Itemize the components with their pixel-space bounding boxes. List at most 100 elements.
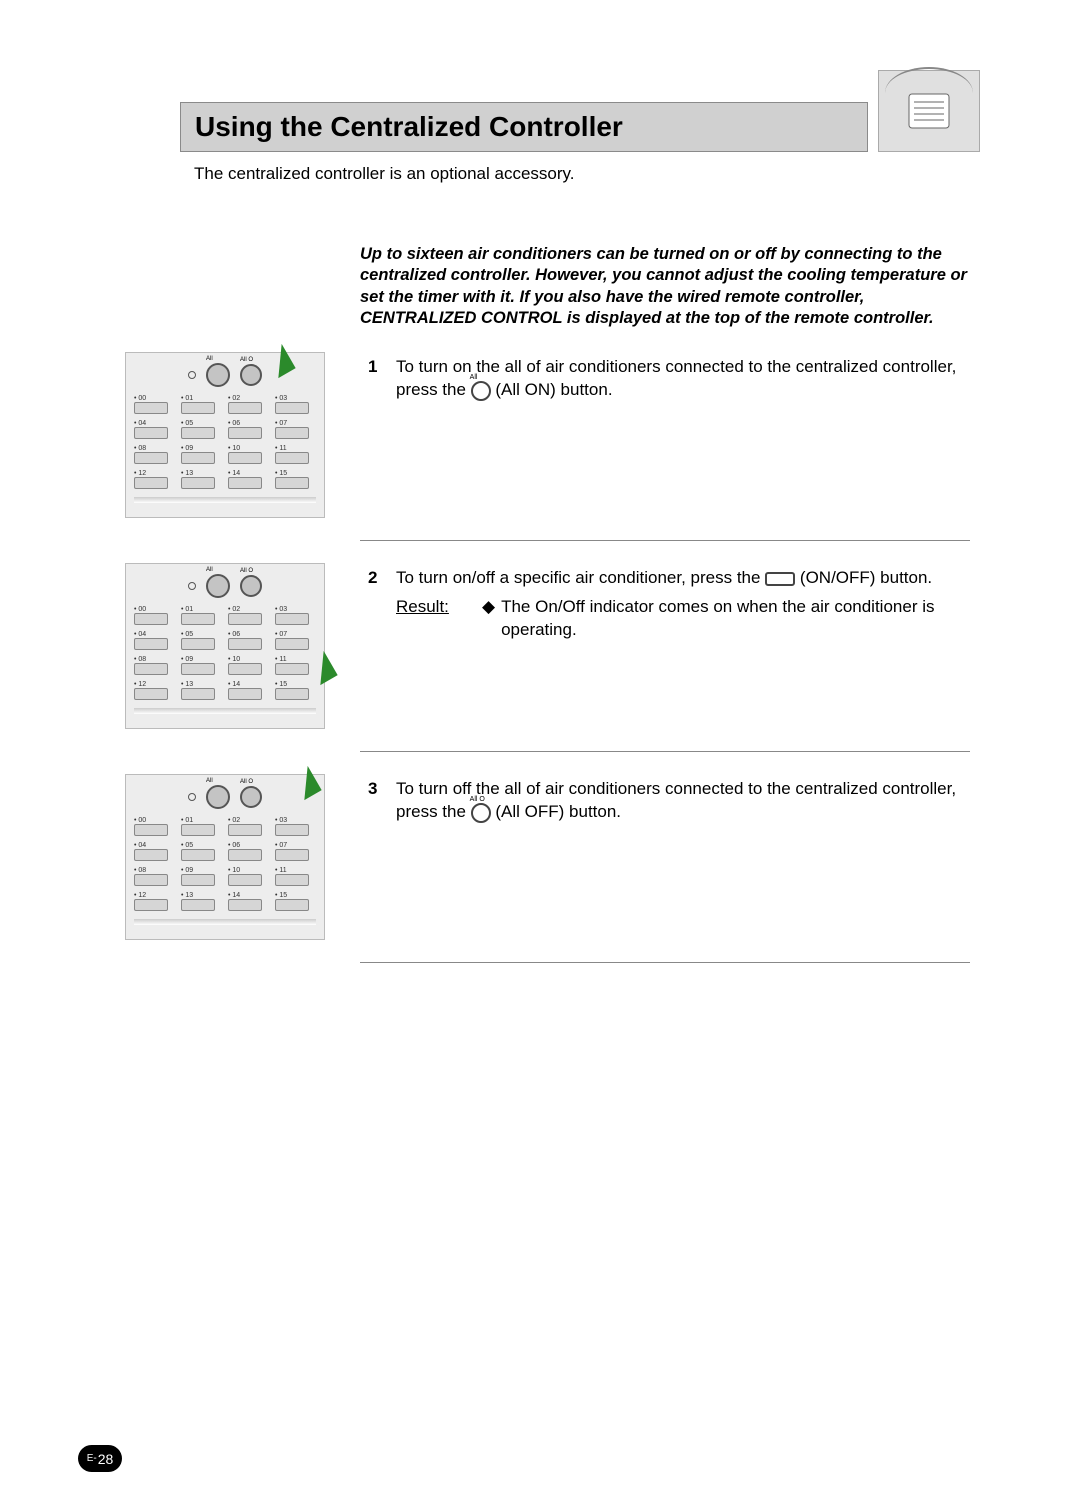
unit-toggle-button[interactable] <box>134 638 168 650</box>
unit-number: • 14 <box>228 892 240 899</box>
unit-toggle-button[interactable] <box>134 849 168 861</box>
header-row: Using the Centralized Controller <box>180 70 980 152</box>
unit-number: • 08 <box>134 656 146 663</box>
unit-cell: • 15 <box>275 470 316 489</box>
unit-toggle-button[interactable] <box>228 477 262 489</box>
unit-toggle-button[interactable] <box>228 402 262 414</box>
unit-number: • 02 <box>228 395 240 402</box>
unit-number: • 09 <box>181 867 193 874</box>
all-on-button[interactable]: All <box>206 785 230 809</box>
unit-number: • 12 <box>134 470 146 477</box>
unit-toggle-button[interactable] <box>181 613 215 625</box>
diamond-bullet-icon: ◆ <box>482 596 495 642</box>
unit-toggle-button[interactable] <box>134 899 168 911</box>
unit-toggle-button[interactable] <box>275 824 309 836</box>
unit-number: • 01 <box>181 395 193 402</box>
unit-toggle-button[interactable] <box>134 477 168 489</box>
step-body: To turn on/off a specific air conditione… <box>396 567 980 642</box>
subtitle: The centralized controller is an optiona… <box>194 164 980 184</box>
unit-toggle-button[interactable] <box>275 899 309 911</box>
unit-number: • 07 <box>275 631 287 638</box>
unit-cell: • 09 <box>181 656 222 675</box>
unit-toggle-button[interactable] <box>134 688 168 700</box>
unit-toggle-button[interactable] <box>275 849 309 861</box>
unit-toggle-button[interactable] <box>275 452 309 464</box>
unit-toggle-button[interactable] <box>181 849 215 861</box>
unit-toggle-button[interactable] <box>228 613 262 625</box>
section-step1: All All O • 00• 01• 02• 03• 04• 05• 06• … <box>100 352 980 518</box>
unit-number: • 15 <box>275 470 287 477</box>
unit-toggle-button[interactable] <box>228 638 262 650</box>
unit-cell: • 00 <box>134 817 175 836</box>
section-step2: All All O • 00• 01• 02• 03• 04• 05• 06• … <box>100 563 980 729</box>
unit-cell: • 06 <box>228 631 269 650</box>
unit-grid: • 00• 01• 02• 03• 04• 05• 06• 07• 08• 09… <box>134 606 316 700</box>
unit-toggle-button[interactable] <box>134 402 168 414</box>
unit-cell: • 02 <box>228 395 269 414</box>
step-number: 1 <box>368 356 396 379</box>
unit-toggle-button[interactable] <box>181 874 215 886</box>
unit-toggle-button[interactable] <box>181 824 215 836</box>
unit-cell: • 08 <box>134 656 175 675</box>
unit-toggle-button[interactable] <box>275 638 309 650</box>
unit-toggle-button[interactable] <box>228 874 262 886</box>
unit-toggle-button[interactable] <box>228 849 262 861</box>
unit-toggle-button[interactable] <box>134 824 168 836</box>
unit-cell: • 01 <box>181 606 222 625</box>
unit-cell: • 13 <box>181 892 222 911</box>
unit-number: • 11 <box>275 867 287 874</box>
all-on-button[interactable]: All <box>206 574 230 598</box>
unit-toggle-button[interactable] <box>275 688 309 700</box>
unit-cell: • 00 <box>134 606 175 625</box>
all-off-button[interactable]: All O <box>240 786 262 808</box>
unit-grid: • 00• 01• 02• 03• 04• 05• 06• 07• 08• 09… <box>134 817 316 911</box>
unit-cell: • 04 <box>134 420 175 439</box>
unit-toggle-button[interactable] <box>181 402 215 414</box>
unit-number: • 04 <box>134 420 146 427</box>
unit-cell: • 01 <box>181 395 222 414</box>
unit-toggle-button[interactable] <box>181 638 215 650</box>
unit-toggle-button[interactable] <box>228 663 262 675</box>
unit-number: • 05 <box>181 842 193 849</box>
unit-toggle-button[interactable] <box>181 427 215 439</box>
unit-toggle-button[interactable] <box>134 874 168 886</box>
unit-toggle-button[interactable] <box>181 663 215 675</box>
unit-toggle-button[interactable] <box>134 427 168 439</box>
all-off-button[interactable]: All O <box>240 575 262 597</box>
title-box: Using the Centralized Controller <box>180 102 868 152</box>
unit-number: • 10 <box>228 656 240 663</box>
unit-cell: • 14 <box>228 681 269 700</box>
unit-number: • 04 <box>134 842 146 849</box>
unit-cell: • 08 <box>134 445 175 464</box>
unit-cell: • 12 <box>134 681 175 700</box>
unit-toggle-button[interactable] <box>228 899 262 911</box>
unit-number: • 03 <box>275 817 287 824</box>
unit-cell: • 10 <box>228 867 269 886</box>
unit-toggle-button[interactable] <box>134 452 168 464</box>
unit-number: • 14 <box>228 681 240 688</box>
unit-toggle-button[interactable] <box>134 663 168 675</box>
unit-toggle-button[interactable] <box>228 824 262 836</box>
unit-toggle-button[interactable] <box>275 874 309 886</box>
unit-toggle-button[interactable] <box>181 899 215 911</box>
unit-toggle-button[interactable] <box>275 427 309 439</box>
unit-number: • 07 <box>275 420 287 427</box>
unit-toggle-button[interactable] <box>228 452 262 464</box>
unit-toggle-button[interactable] <box>181 452 215 464</box>
unit-number: • 12 <box>134 681 146 688</box>
unit-number: • 13 <box>181 470 193 477</box>
all-off-button[interactable]: All O <box>240 364 262 386</box>
unit-toggle-button[interactable] <box>275 663 309 675</box>
unit-toggle-button[interactable] <box>181 688 215 700</box>
unit-toggle-button[interactable] <box>134 613 168 625</box>
page-number: E-28 <box>78 1445 122 1472</box>
unit-toggle-button[interactable] <box>275 613 309 625</box>
all-on-button[interactable]: All <box>206 363 230 387</box>
unit-toggle-button[interactable] <box>181 477 215 489</box>
unit-toggle-button[interactable] <box>228 427 262 439</box>
unit-toggle-button[interactable] <box>275 477 309 489</box>
unit-toggle-button[interactable] <box>228 688 262 700</box>
unit-cell: • 13 <box>181 470 222 489</box>
unit-toggle-button[interactable] <box>275 402 309 414</box>
unit-cell: • 07 <box>275 631 316 650</box>
